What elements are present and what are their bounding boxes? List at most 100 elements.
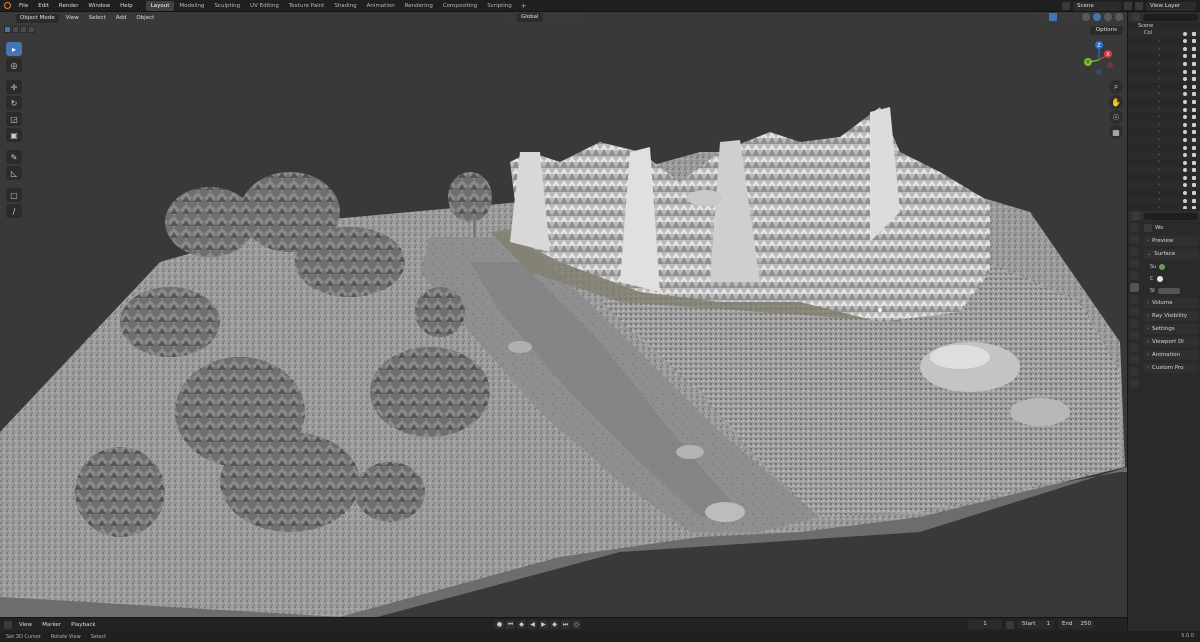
expand-arrow-icon[interactable]: › bbox=[1158, 182, 1160, 188]
eye-icon[interactable] bbox=[1183, 46, 1187, 51]
measure-icon[interactable]: ◺ bbox=[6, 166, 22, 180]
panel-ray-visibility[interactable]: › Ray Visibility bbox=[1144, 311, 1199, 321]
object-tab-icon[interactable] bbox=[1130, 307, 1139, 316]
data-tab-icon[interactable] bbox=[1130, 367, 1139, 376]
eye-icon[interactable] bbox=[1183, 69, 1187, 74]
select-box-icon[interactable]: ▸ bbox=[6, 42, 22, 56]
outliner-object-row[interactable]: › bbox=[1128, 204, 1200, 209]
expand-arrow-icon[interactable]: › bbox=[1158, 205, 1160, 209]
view-layer-tab-icon[interactable] bbox=[1130, 259, 1139, 268]
jump-start-icon[interactable]: ⏮ bbox=[506, 620, 515, 629]
outliner-object-row[interactable]: › bbox=[1128, 37, 1200, 45]
render-camera-icon[interactable] bbox=[1192, 46, 1196, 51]
outliner-object-row[interactable]: › bbox=[1128, 83, 1200, 91]
play-reverse-icon[interactable]: ◀ bbox=[528, 620, 537, 629]
eye-icon[interactable] bbox=[1183, 153, 1187, 158]
panel-surface[interactable]: ⌄ Surface bbox=[1144, 249, 1199, 259]
next-keyframe-icon[interactable]: ◆ bbox=[550, 620, 559, 629]
knife-icon[interactable]: ∕ bbox=[6, 204, 22, 218]
eye-icon[interactable] bbox=[1183, 99, 1187, 104]
panel-custom-properties[interactable]: › Custom Pro bbox=[1144, 363, 1199, 373]
transform-orientation-dropdown[interactable]: Global bbox=[517, 13, 543, 22]
color-swatch[interactable] bbox=[1156, 275, 1163, 282]
outliner-object-row[interactable]: › bbox=[1128, 135, 1200, 144]
modifier-tab-icon[interactable] bbox=[1130, 319, 1139, 328]
render-camera-icon[interactable] bbox=[1192, 130, 1196, 135]
camera-view-icon[interactable]: ☉ bbox=[1109, 110, 1123, 124]
menu-render[interactable]: Render bbox=[54, 0, 84, 12]
expand-arrow-icon[interactable]: › bbox=[1158, 122, 1160, 128]
tab-sculpting[interactable]: Sculpting bbox=[209, 1, 245, 11]
menu-window[interactable]: Window bbox=[83, 0, 115, 12]
render-camera-icon[interactable] bbox=[1192, 198, 1196, 203]
editor-type-icon[interactable] bbox=[4, 14, 12, 22]
outliner-object-row[interactable]: › bbox=[1128, 174, 1200, 182]
panel-volume[interactable]: › Volume bbox=[1144, 298, 1199, 308]
pivot-icon[interactable] bbox=[546, 13, 555, 22]
outliner-object-row[interactable]: › bbox=[1128, 144, 1200, 152]
render-camera-icon[interactable] bbox=[1192, 84, 1196, 89]
proportional-edit-icon[interactable] bbox=[570, 13, 579, 22]
expand-arrow-icon[interactable]: › bbox=[1158, 167, 1160, 173]
add-workspace-button[interactable]: + bbox=[517, 0, 531, 12]
solid-shading-button[interactable] bbox=[1093, 13, 1101, 21]
select-mode-buttons[interactable] bbox=[4, 26, 35, 33]
eye-icon[interactable] bbox=[1183, 107, 1187, 112]
output-tab-icon[interactable] bbox=[1130, 247, 1139, 256]
expand-arrow-icon[interactable]: › bbox=[1158, 175, 1160, 181]
end-frame-field[interactable]: End 250 bbox=[1058, 620, 1094, 629]
outliner-object-row[interactable]: › bbox=[1128, 159, 1200, 167]
expand-arrow-icon[interactable]: › bbox=[1158, 159, 1160, 165]
eye-icon[interactable] bbox=[1183, 130, 1187, 135]
outliner-object-row[interactable]: › bbox=[1128, 113, 1200, 121]
options-button[interactable]: Options bbox=[1089, 26, 1123, 35]
select-new-icon[interactable] bbox=[4, 26, 11, 33]
panel-settings[interactable]: › Settings bbox=[1144, 324, 1199, 334]
timeline-menu-view[interactable]: View bbox=[16, 622, 35, 628]
wireframe-shading-button[interactable] bbox=[1082, 13, 1090, 21]
expand-arrow-icon[interactable]: › bbox=[1158, 190, 1160, 196]
preview-range-icon[interactable] bbox=[1006, 620, 1014, 629]
outliner-object-row[interactable]: › bbox=[1128, 105, 1200, 114]
gizmo-toggle-icon[interactable] bbox=[1049, 13, 1057, 21]
tab-shading[interactable]: Shading bbox=[329, 1, 361, 11]
render-camera-icon[interactable] bbox=[1192, 206, 1196, 209]
orientation-icon[interactable] bbox=[505, 13, 513, 22]
start-frame-field[interactable]: Start 1 bbox=[1018, 620, 1054, 629]
tab-rendering[interactable]: Rendering bbox=[400, 1, 438, 11]
add-cube-icon[interactable]: ▢ bbox=[6, 188, 22, 202]
outliner-object-row[interactable]: › bbox=[1128, 90, 1200, 98]
render-camera-icon[interactable] bbox=[1192, 61, 1196, 66]
scale-icon[interactable]: ◲ bbox=[6, 112, 22, 126]
timeline-menu-marker[interactable]: Marker bbox=[39, 622, 64, 628]
menu-help[interactable]: Help bbox=[115, 0, 138, 12]
render-camera-icon[interactable] bbox=[1192, 137, 1196, 142]
prev-keyframe-icon[interactable]: ◆ bbox=[517, 620, 526, 629]
eye-icon[interactable] bbox=[1183, 61, 1187, 66]
viewport-menu-view[interactable]: View bbox=[63, 15, 82, 21]
move-icon[interactable]: ✛ bbox=[6, 80, 22, 94]
render-camera-icon[interactable] bbox=[1192, 145, 1196, 150]
world-tab-icon[interactable] bbox=[1130, 283, 1139, 292]
render-camera-icon[interactable] bbox=[1192, 168, 1196, 173]
outliner-object-row[interactable]: › bbox=[1128, 128, 1200, 136]
eye-icon[interactable] bbox=[1183, 39, 1187, 44]
timeline-editor-icon[interactable] bbox=[4, 620, 12, 629]
scene-icon[interactable] bbox=[1062, 2, 1070, 10]
record-icon[interactable]: ● bbox=[495, 620, 504, 629]
properties-search-input[interactable] bbox=[1144, 212, 1198, 220]
outliner-scene-row[interactable]: Scene bbox=[1128, 22, 1200, 30]
outliner-object-row[interactable]: › bbox=[1128, 44, 1200, 53]
render-camera-icon[interactable] bbox=[1192, 183, 1196, 188]
panel-preview[interactable]: › Preview bbox=[1144, 236, 1199, 246]
visibility-icon[interactable] bbox=[1038, 13, 1046, 21]
expand-arrow-icon[interactable]: › bbox=[1158, 61, 1160, 67]
tool-tab-icon[interactable] bbox=[1130, 223, 1139, 232]
3d-viewport[interactable]: Object Mode View Select Add Object Globa… bbox=[0, 12, 1127, 617]
expand-arrow-icon[interactable]: › bbox=[1158, 84, 1160, 90]
overlay-icon[interactable] bbox=[1060, 13, 1068, 21]
eye-icon[interactable] bbox=[1183, 77, 1187, 82]
eye-icon[interactable] bbox=[1183, 145, 1187, 150]
perspective-toggle-icon[interactable]: ▦ bbox=[1109, 125, 1123, 139]
outliner-object-row[interactable]: › bbox=[1128, 181, 1200, 190]
